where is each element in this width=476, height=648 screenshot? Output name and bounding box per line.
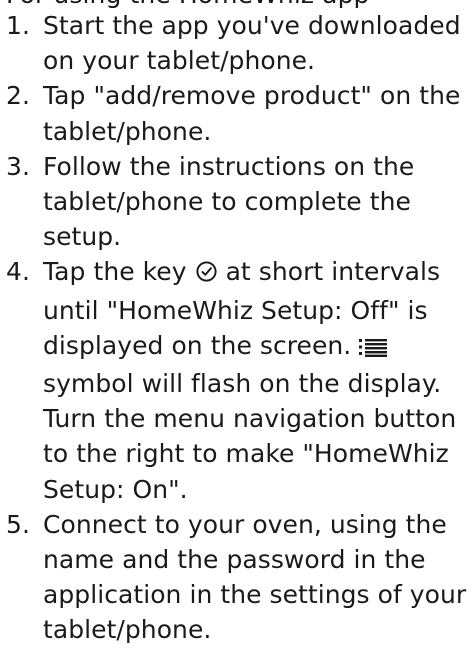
timer-clock-icon [195,257,218,292]
step-item-4: 4. Tap the key at short intervals until … [0,254,476,506]
setup-steps-list: 1. Start the app you've downloaded on yo… [0,8,476,648]
step-item-2: 2. Tap "add/remove product" on the table… [0,78,476,148]
step-item-1: 1. Start the app you've downloaded on yo… [0,8,476,78]
step-text: Follow the instructions on the tablet/ph… [43,151,415,252]
step-number: 1. [6,11,30,40]
step-text-after-status-icon: symbol will flash on the display. Turn t… [43,369,457,504]
step-number: 3. [6,151,30,181]
step-item-3: 3. Follow the instructions on the tablet… [0,149,476,255]
step-item-5: 5. Connect to your oven, using the name … [0,507,476,648]
step-number: 4. [6,257,30,287]
step-text: Connect to your oven, using the name and… [43,509,467,645]
step-text: Tap "add/remove product" on the tablet/p… [43,81,461,146]
step-number: 5. [6,509,30,539]
step-number: 2. [6,81,30,111]
step-text-before-icon: Tap the key [43,257,187,287]
step-text: Start the app you've downloaded on your … [43,11,461,76]
homewhiz-list-icon [359,331,388,366]
